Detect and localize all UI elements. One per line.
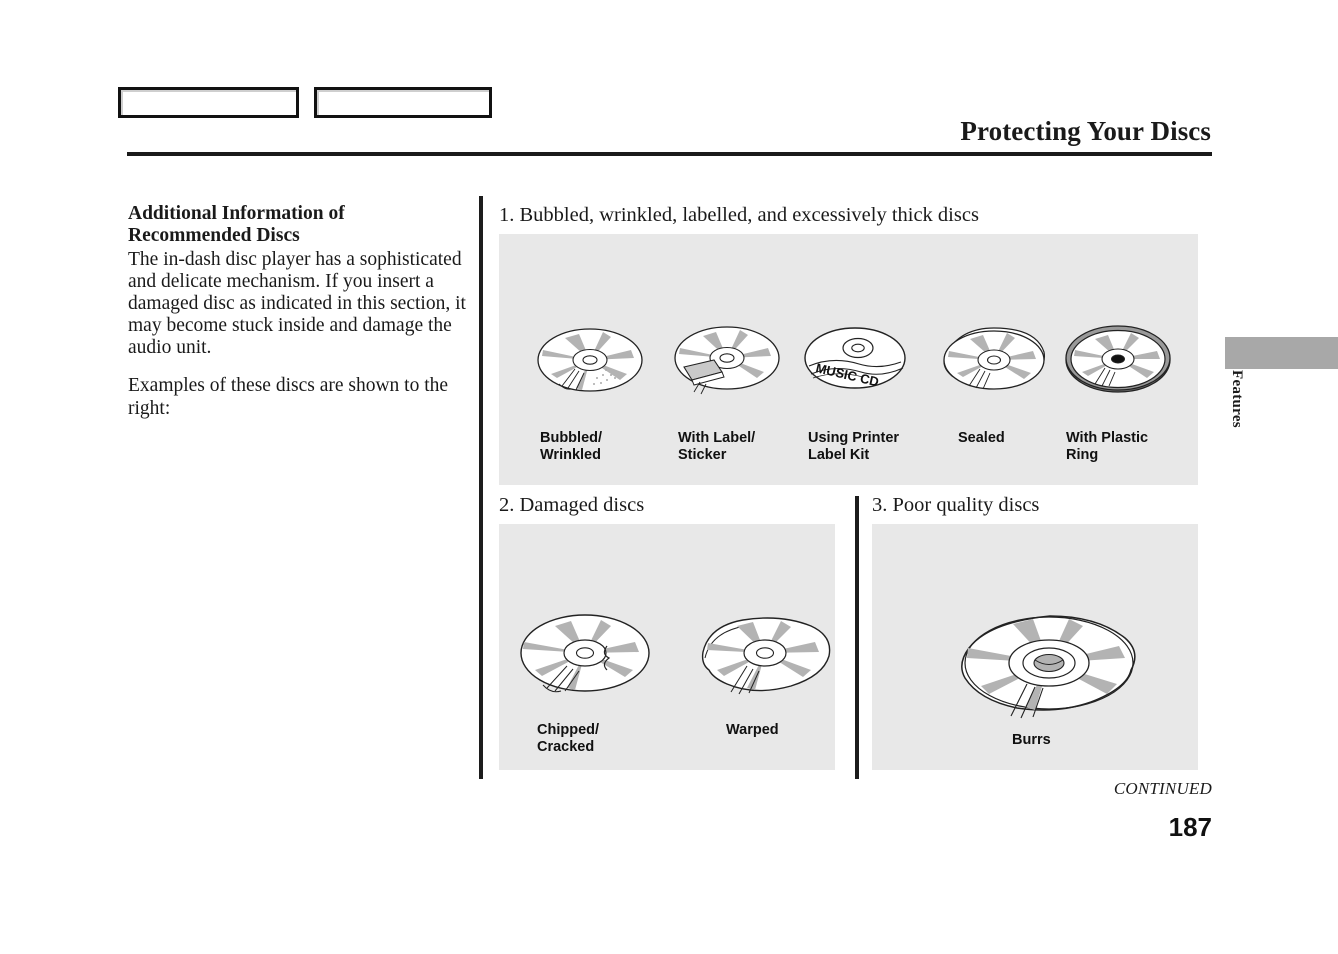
disc-sealed-icon (932, 320, 1046, 394)
page-number: 187 (1168, 812, 1212, 842)
figure-bubbled-wrinkled-label: Bubbled/ Wrinkled (540, 430, 603, 464)
section-2-heading: 2. Damaged discs (499, 494, 645, 516)
figure-burrs-label: Burrs (1012, 732, 1051, 748)
side-tab-label: Features (1229, 370, 1245, 428)
figure-warped: Warped (701, 608, 831, 739)
continued-label: CONTINUED (1113, 779, 1212, 798)
figure-with-plastic-ring: With Plastic Ring (1064, 320, 1171, 464)
figure-warped-label: Warped (726, 722, 779, 738)
page-title: Protecting Your Discs (960, 116, 1211, 146)
figure-burrs: Burrs (961, 608, 1136, 749)
left-column-paragraph-1: The in-dash disc player has a sophistica… (128, 248, 466, 359)
figure-sealed: Sealed (943, 320, 1046, 447)
figure-with-label-sticker-label: With Label/ Sticker (678, 430, 756, 464)
disc-with-label-icon (670, 320, 780, 395)
figure-chipped-cracked: Chipped/ Cracked (520, 608, 650, 756)
disc-burrs-icon (955, 608, 1136, 719)
figure-sealed-label: Sealed (958, 430, 1005, 446)
section-3-heading: 3. Poor quality discs (872, 494, 1040, 516)
header-rule (127, 152, 1212, 156)
column-divider-middle (855, 496, 859, 779)
figure-using-printer-label-kit-label: Using Printer Label Kit (808, 430, 900, 464)
figure-with-label-sticker: With Label/ Sticker (674, 320, 780, 464)
top-marker-box-right (314, 87, 492, 118)
disc-printer-label-icon: MUSIC CD (803, 320, 906, 394)
figure-using-printer-label-kit: MUSIC CD Using Printer Label Kit (804, 320, 906, 464)
figure-with-plastic-ring-label: With Plastic Ring (1066, 430, 1149, 464)
top-marker-box-left (118, 87, 299, 118)
disc-plastic-ring-icon (1064, 320, 1171, 394)
disc-warped-icon (695, 608, 831, 695)
left-column-heading: Additional Information of Recommended Di… (128, 203, 345, 247)
disc-chipped-icon (515, 608, 650, 693)
left-column-paragraph-2: Examples of these discs are shown to the… (128, 375, 449, 419)
section-1-heading: 1. Bubbled, wrinkled, labelled, and exce… (499, 204, 979, 226)
figure-chipped-cracked-label: Chipped/ Cracked (537, 722, 600, 756)
side-tab-bar (1225, 337, 1338, 369)
column-divider-main (479, 196, 483, 779)
left-text-column: Additional Information of Recommended Di… (128, 203, 473, 420)
disc-bubbled-icon (535, 320, 643, 394)
figure-bubbled-wrinkled: Bubbled/ Wrinkled (537, 320, 643, 464)
